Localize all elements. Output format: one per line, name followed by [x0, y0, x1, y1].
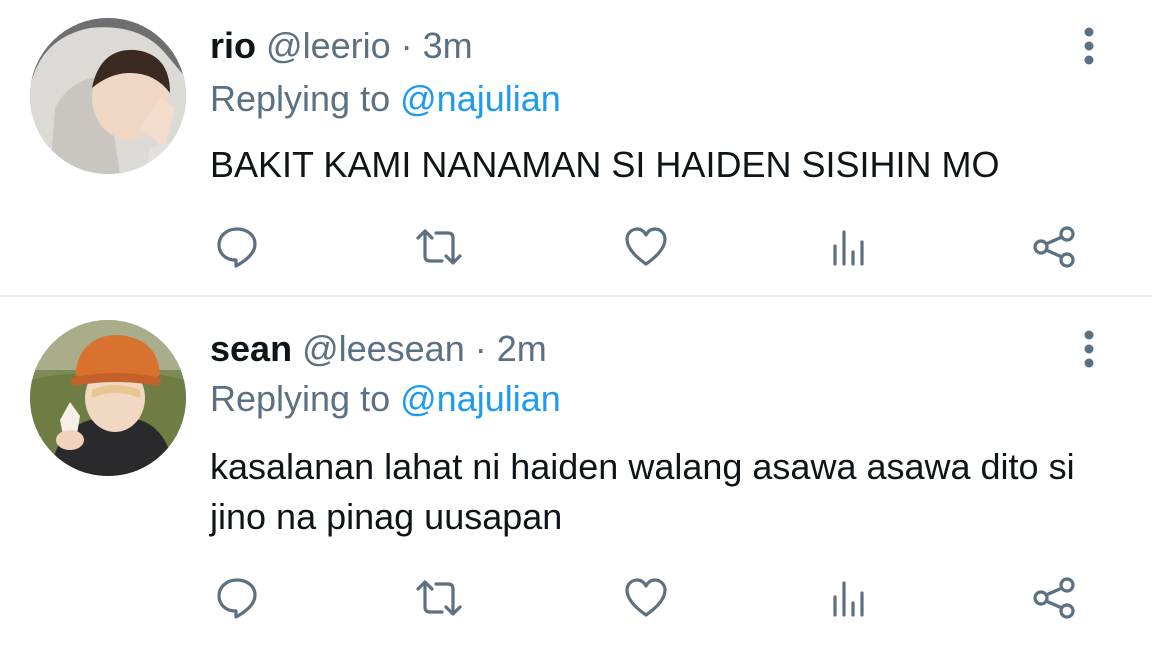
- share-icon: [1033, 577, 1075, 619]
- replying-to: Replying to @najulian: [210, 377, 561, 421]
- tweet-actions: [0, 573, 1152, 623]
- tweet-header: sean @leesean · 2m: [210, 327, 547, 371]
- tweet-actions: [0, 222, 1152, 272]
- like-button[interactable]: [621, 573, 671, 623]
- tweet-text: BAKIT KAMI NANAMAN SI HAIDEN SISIHIN MO: [210, 144, 1000, 185]
- reply-button[interactable]: [212, 222, 262, 272]
- replying-to: Replying to @najulian: [210, 77, 561, 121]
- reply-button[interactable]: [212, 573, 262, 623]
- avatar[interactable]: [30, 18, 186, 174]
- more-options-button[interactable]: [1074, 327, 1104, 371]
- vertical-dots-icon: [1084, 330, 1094, 368]
- heart-icon: [625, 578, 667, 617]
- retweet-icon: [416, 580, 462, 616]
- bar-chart-icon: [833, 230, 864, 266]
- analytics-button[interactable]: [824, 222, 874, 272]
- mention-link[interactable]: @najulian: [400, 78, 561, 119]
- display-name[interactable]: sean: [210, 328, 292, 369]
- separator-dot: ·: [474, 328, 487, 369]
- replying-prefix: Replying to: [210, 378, 391, 419]
- heart-icon: [625, 227, 667, 266]
- analytics-button[interactable]: [824, 573, 874, 623]
- like-button[interactable]: [621, 222, 671, 272]
- vertical-dots-icon: [1084, 27, 1094, 65]
- tweet-reply[interactable]: sean @leesean · 2m Replying to @najulian…: [0, 297, 1152, 645]
- more-options-button[interactable]: [1074, 24, 1104, 68]
- mention-link[interactable]: @najulian: [400, 378, 561, 419]
- retweet-icon: [416, 229, 462, 265]
- retweet-button[interactable]: [414, 573, 464, 623]
- bar-chart-icon: [833, 581, 864, 617]
- share-button[interactable]: [1030, 573, 1080, 623]
- tweet-text: kasalanan lahat ni haiden walang asawa a…: [210, 446, 1075, 537]
- tweet-reply[interactable]: rio @leerio · 3m Replying to @najulian B…: [0, 0, 1152, 297]
- user-handle[interactable]: @leesean: [302, 328, 465, 369]
- timestamp[interactable]: 3m: [423, 25, 473, 66]
- avatar[interactable]: [30, 320, 186, 476]
- replying-prefix: Replying to: [210, 78, 391, 119]
- user-handle[interactable]: @leerio: [266, 25, 391, 66]
- share-icon: [1033, 226, 1075, 268]
- timestamp[interactable]: 2m: [497, 328, 547, 369]
- tweet-header: rio @leerio · 3m: [210, 24, 473, 68]
- retweet-button[interactable]: [414, 222, 464, 272]
- share-button[interactable]: [1030, 222, 1080, 272]
- comment-icon: [217, 227, 257, 268]
- separator-dot: ·: [400, 25, 413, 66]
- display-name[interactable]: rio: [210, 25, 256, 66]
- comment-icon: [217, 578, 257, 619]
